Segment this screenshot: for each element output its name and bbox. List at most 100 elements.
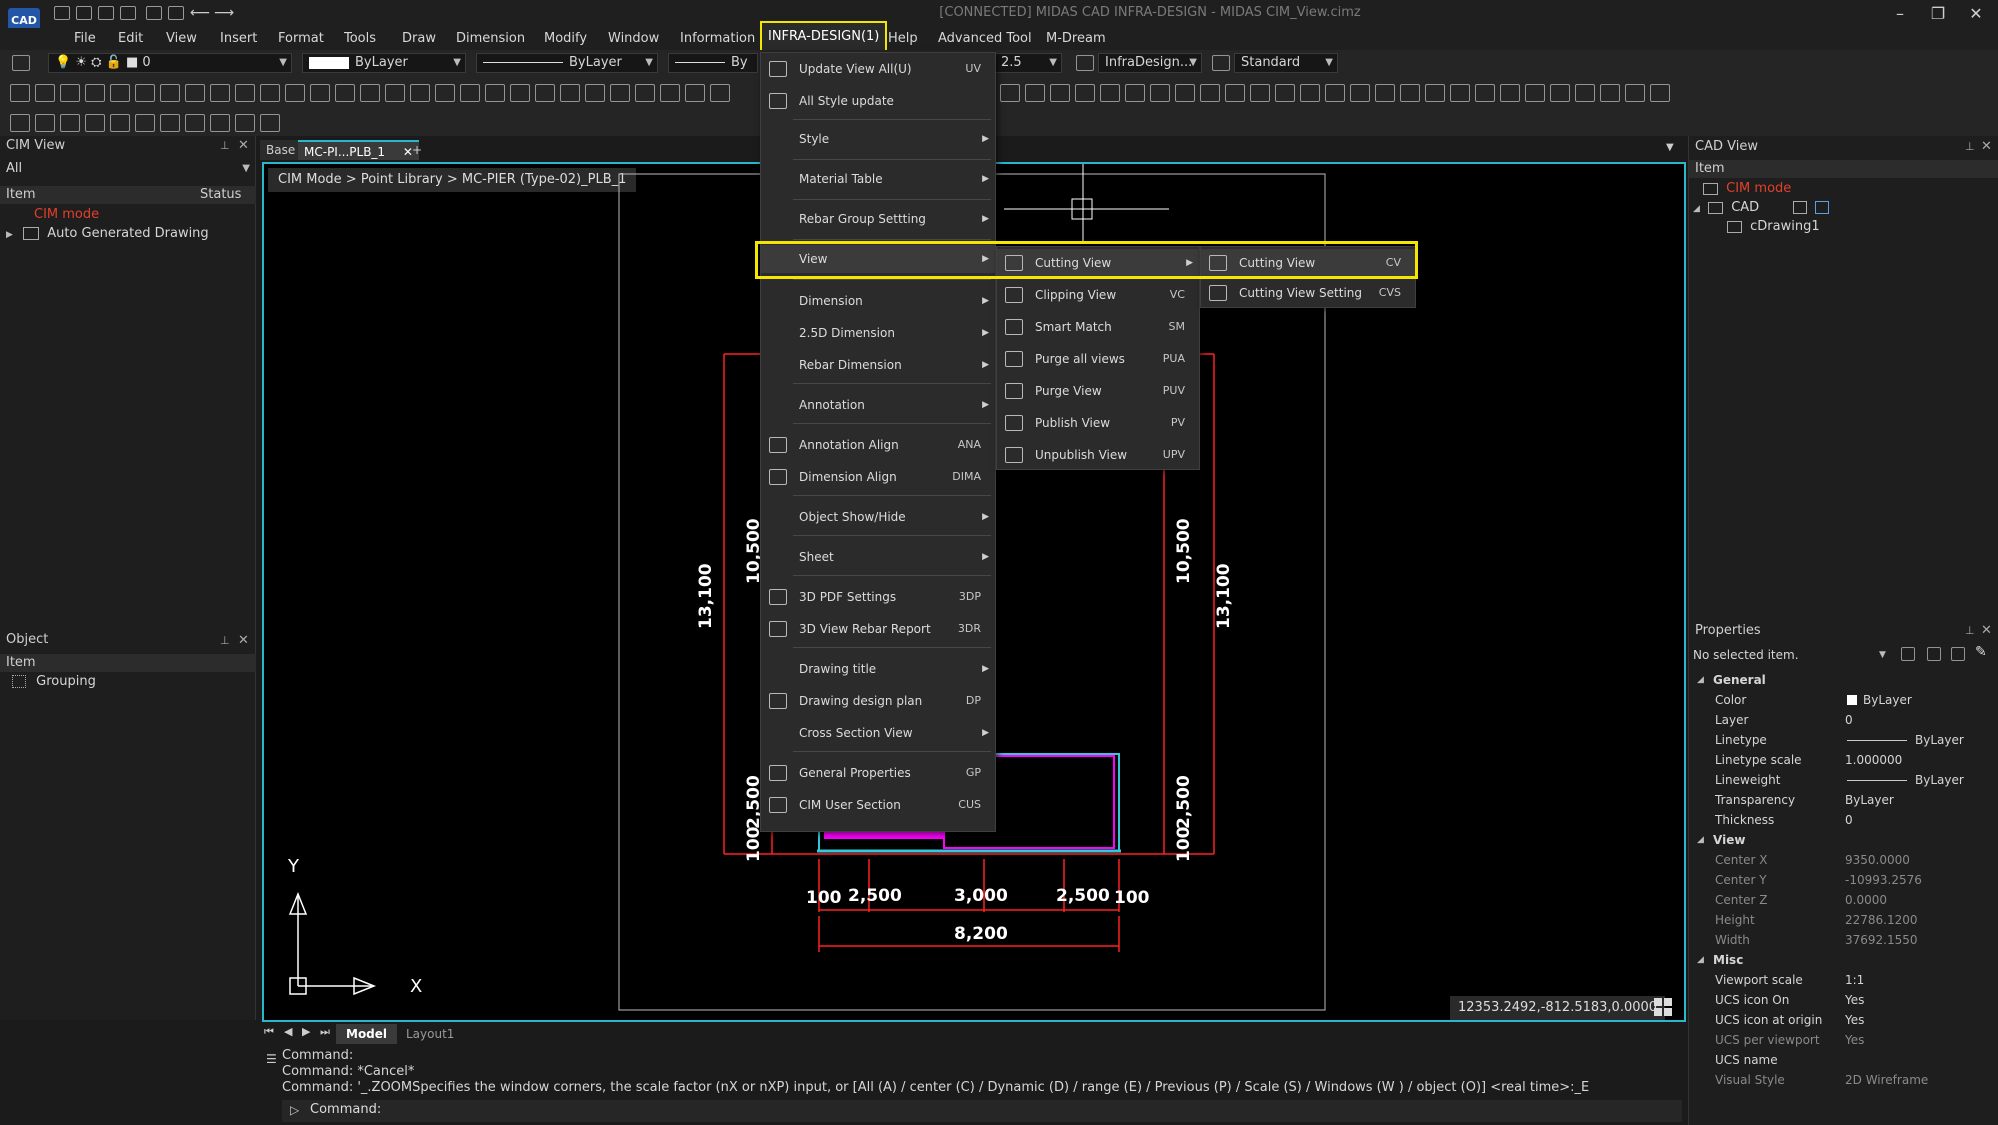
menu-window[interactable]: Window bbox=[604, 28, 663, 50]
prop-lineweight[interactable]: Lineweight ByLayer bbox=[1689, 770, 1998, 790]
draw-tool-10-icon[interactable] bbox=[235, 84, 255, 102]
submenu-item-clipping-view[interactable]: Clipping View VC bbox=[997, 281, 1199, 309]
menu-format[interactable]: Format bbox=[274, 28, 328, 50]
menu-help[interactable]: Help bbox=[884, 28, 922, 50]
edit-tool-6-icon[interactable] bbox=[1125, 84, 1145, 102]
prop-thickness[interactable]: Thickness 0 bbox=[1689, 810, 1998, 830]
view-tool-1-icon[interactable] bbox=[10, 114, 30, 132]
draw-tool-8-icon[interactable] bbox=[185, 84, 205, 102]
menu-infra-design[interactable]: INFRA-DESIGN(1) bbox=[760, 21, 888, 53]
edit-tool-8-icon[interactable] bbox=[1175, 84, 1195, 102]
pin-icon[interactable]: ⊥ bbox=[1965, 624, 1975, 637]
menu-advanced-tool[interactable]: Advanced Tool bbox=[934, 28, 1036, 50]
menu-item-cim-user-section[interactable]: CIM User Section CUS bbox=[761, 791, 995, 819]
edit-tool-17-icon[interactable] bbox=[1400, 84, 1420, 102]
draw-tool-22-icon[interactable] bbox=[535, 84, 555, 102]
submenu-item-purge-all-views[interactable]: Purge all views PUA bbox=[997, 345, 1199, 373]
submenu-item-smart-match[interactable]: Smart Match SM bbox=[997, 313, 1199, 341]
tree-item-cim-mode[interactable]: CIM mode bbox=[1703, 180, 1791, 198]
scale-combo[interactable]: 2.5 ▼ bbox=[994, 53, 1062, 73]
tree-item-cad[interactable]: ◢ CAD bbox=[1693, 199, 1830, 217]
edit-tool-26-icon[interactable] bbox=[1625, 84, 1645, 102]
submenu-item-unpublish-view[interactable]: Unpublish View UPV bbox=[997, 441, 1199, 469]
tree-item-grouping[interactable]: Grouping bbox=[12, 673, 96, 691]
menu-insert[interactable]: Insert bbox=[216, 28, 261, 50]
view-tool-11-icon[interactable] bbox=[260, 114, 280, 132]
draw-tool-29-icon[interactable] bbox=[710, 84, 730, 102]
category-misc[interactable]: ◢ Misc bbox=[1689, 950, 1998, 970]
close-icon[interactable]: ✕ bbox=[1981, 623, 1992, 638]
draw-tool-1-icon[interactable] bbox=[10, 84, 30, 102]
save-icon[interactable] bbox=[98, 6, 114, 20]
draw-tool-16-icon[interactable] bbox=[385, 84, 405, 102]
edit-tool-22-icon[interactable] bbox=[1525, 84, 1545, 102]
edit-tool-12-icon[interactable] bbox=[1275, 84, 1295, 102]
prop-transparency[interactable]: Transparency ByLayer bbox=[1689, 790, 1998, 810]
dimstyle-combo[interactable]: InfraDesign... ▼ bbox=[1098, 53, 1202, 73]
menu-item-3d-view-rebar-report[interactable]: 3D View Rebar Report 3DR bbox=[761, 615, 995, 643]
pin-icon[interactable]: ⊥ bbox=[220, 139, 230, 152]
tree-item-cdrawing1[interactable]: cDrawing1 bbox=[1727, 218, 1820, 236]
minimize-button[interactable]: – bbox=[1880, 2, 1920, 26]
view-tool-8-icon[interactable] bbox=[185, 114, 205, 132]
menu-information[interactable]: Information bbox=[676, 28, 759, 50]
menu-file[interactable]: File bbox=[70, 28, 100, 50]
edit-tool-1-icon[interactable] bbox=[1000, 84, 1020, 102]
view-tool-3-icon[interactable] bbox=[60, 114, 80, 132]
draw-tool-20-icon[interactable] bbox=[485, 84, 505, 102]
edit-tool-9-icon[interactable] bbox=[1200, 84, 1220, 102]
layout-nav-first-icon[interactable]: ⏮ bbox=[264, 1025, 274, 1039]
select-objects-icon[interactable] bbox=[1951, 647, 1965, 661]
submenu-item-purge-view[interactable]: Purge View PUV bbox=[997, 377, 1199, 405]
prop-color[interactable]: Color ByLayer bbox=[1689, 690, 1998, 710]
edit-tool-14-icon[interactable] bbox=[1325, 84, 1345, 102]
selection-dropdown[interactable]: No selected item. ▼ bbox=[1689, 644, 1889, 666]
prop-layer[interactable]: Layer 0 bbox=[1689, 710, 1998, 730]
layer-manager-icon[interactable] bbox=[12, 55, 30, 71]
dimension-style-icon[interactable] bbox=[1076, 55, 1094, 71]
prop-ucs-icon-on[interactable]: UCS icon On Yes bbox=[1689, 990, 1998, 1010]
close-button[interactable]: ✕ bbox=[1956, 2, 1996, 26]
edit-tool-27-icon[interactable] bbox=[1650, 84, 1670, 102]
draw-tool-3-icon[interactable] bbox=[60, 84, 80, 102]
edit-tool-21-icon[interactable] bbox=[1500, 84, 1520, 102]
edit-tool-15-icon[interactable] bbox=[1350, 84, 1370, 102]
prop-linetype-scale[interactable]: Linetype scale 1.000000 bbox=[1689, 750, 1998, 770]
tree-item-cim-mode[interactable]: CIM mode bbox=[34, 206, 99, 224]
menu-item-3d-pdf-settings[interactable]: 3D PDF Settings 3DP bbox=[761, 583, 995, 611]
new-file-icon[interactable] bbox=[54, 6, 70, 20]
draw-tool-12-icon[interactable] bbox=[285, 84, 305, 102]
collapse-arrow-icon[interactable]: ◢ bbox=[1693, 204, 1700, 214]
brush-icon[interactable]: ✎ bbox=[1975, 644, 1987, 660]
draw-tool-13-icon[interactable] bbox=[310, 84, 330, 102]
tab-layout1[interactable]: Layout1 bbox=[400, 1024, 460, 1044]
view-tool-10-icon[interactable] bbox=[235, 114, 255, 132]
menu-item-rebar-group-settting[interactable]: Rebar Group Settting ▶ bbox=[761, 205, 995, 233]
edit-tool-4-icon[interactable] bbox=[1075, 84, 1095, 102]
pin-icon[interactable]: ⊥ bbox=[1965, 140, 1975, 153]
restore-button[interactable]: ❐ bbox=[1918, 2, 1958, 26]
draw-tool-23-icon[interactable] bbox=[560, 84, 580, 102]
close-icon[interactable]: ✕ bbox=[1981, 139, 1992, 154]
color-combo[interactable]: ByLayer ▼ bbox=[302, 53, 466, 73]
layer-combo[interactable]: 💡 ☀ ⛭ 🔓 ■ 0 ▼ bbox=[48, 53, 292, 73]
menu-item-object-show-hide[interactable]: Object Show/Hide ▶ bbox=[761, 503, 995, 531]
menu-item-annotation[interactable]: Annotation ▶ bbox=[761, 391, 995, 419]
draw-tool-28-icon[interactable] bbox=[685, 84, 705, 102]
draw-tool-7-icon[interactable] bbox=[160, 84, 180, 102]
edit-tool-5-icon[interactable] bbox=[1100, 84, 1120, 102]
plot-preview-icon[interactable] bbox=[168, 6, 184, 20]
draw-tool-6-icon[interactable] bbox=[135, 84, 155, 102]
print-icon[interactable] bbox=[146, 6, 162, 20]
view-tool-5-icon[interactable] bbox=[110, 114, 130, 132]
close-icon[interactable]: ✕ bbox=[238, 633, 249, 648]
menu-edit[interactable]: Edit bbox=[114, 28, 147, 50]
edit-tool-25-icon[interactable] bbox=[1600, 84, 1620, 102]
linetype-combo[interactable]: ByLayer ▼ bbox=[476, 53, 658, 73]
prop-linetype[interactable]: Linetype ByLayer bbox=[1689, 730, 1998, 750]
category-view[interactable]: ◢ View bbox=[1689, 830, 1998, 850]
menu-item-sheet[interactable]: Sheet ▶ bbox=[761, 543, 995, 571]
edit-tool-13-icon[interactable] bbox=[1300, 84, 1320, 102]
menu-item-material-table[interactable]: Material Table ▶ bbox=[761, 165, 995, 193]
command-input[interactable]: ▷ Command: bbox=[282, 1100, 1682, 1122]
